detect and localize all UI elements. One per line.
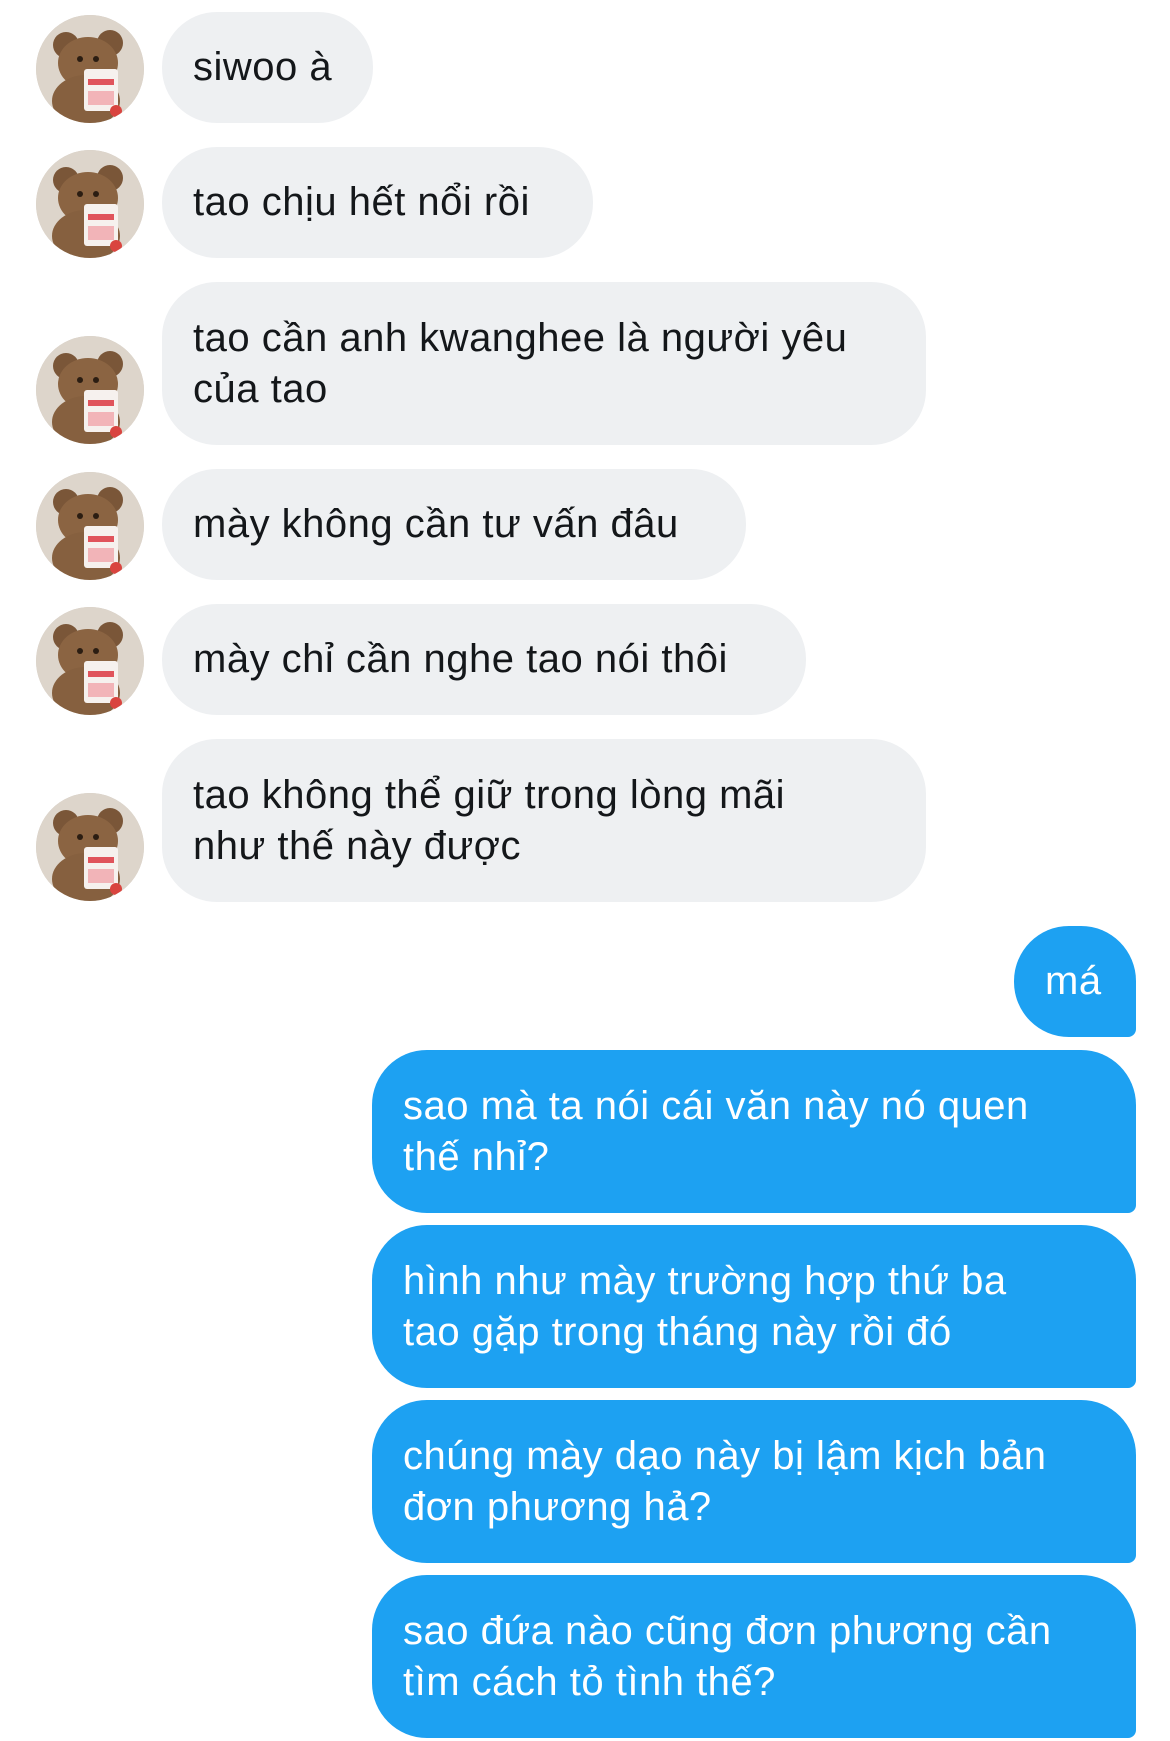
message-row-outgoing: sao mà ta nói cái văn này nó quen thế nh…	[0, 1050, 1170, 1213]
teddy-bear-avatar-icon[interactable]	[36, 336, 144, 444]
chat-bubble-outgoing[interactable]: má	[1014, 926, 1136, 1037]
teddy-bear-avatar-icon[interactable]	[36, 472, 144, 580]
chat-bubble-incoming[interactable]: mày không cần tư vấn đâu	[162, 469, 746, 580]
chat-bubble-outgoing[interactable]: hình như mày trường hợp thứ ba tao gặp t…	[372, 1225, 1136, 1388]
teddy-bear-avatar-icon[interactable]	[36, 793, 144, 901]
message-row-incoming: mày chỉ cần nghe tao nói thôi	[0, 604, 1170, 715]
chat-bubble-outgoing[interactable]: sao đứa nào cũng đơn phương cần tìm cách…	[372, 1575, 1136, 1738]
message-row-incoming: tao chịu hết nổi rồi	[0, 147, 1170, 258]
message-row-outgoing: hình như mày trường hợp thứ ba tao gặp t…	[0, 1225, 1170, 1388]
message-row-incoming: mày không cần tư vấn đâu	[0, 469, 1170, 580]
chat-bubble-incoming[interactable]: mày chỉ cần nghe tao nói thôi	[162, 604, 806, 715]
message-row-outgoing: sao đứa nào cũng đơn phương cần tìm cách…	[0, 1575, 1170, 1738]
chat-bubble-incoming[interactable]: tao không thể giữ trong lòng mãi như thế…	[162, 739, 926, 902]
message-row-outgoing: má	[0, 926, 1170, 1037]
teddy-bear-avatar-icon[interactable]	[36, 150, 144, 258]
teddy-bear-avatar-icon[interactable]	[36, 607, 144, 715]
message-thread[interactable]: siwoo à tao chịu hết nổi rồi tao cần anh…	[0, 0, 1170, 1741]
chat-bubble-outgoing[interactable]: sao mà ta nói cái văn này nó quen thế nh…	[372, 1050, 1136, 1213]
message-row-incoming: tao không thể giữ trong lòng mãi như thế…	[0, 739, 1170, 902]
chat-bubble-incoming[interactable]: siwoo à	[162, 12, 373, 123]
message-row-incoming: tao cần anh kwanghee là người yêu của ta…	[0, 282, 1170, 445]
message-row-incoming: siwoo à	[0, 12, 1170, 123]
message-row-outgoing: chúng mày dạo này bị lậm kịch bản đơn ph…	[0, 1400, 1170, 1563]
teddy-bear-avatar-icon[interactable]	[36, 15, 144, 123]
chat-bubble-incoming[interactable]: tao chịu hết nổi rồi	[162, 147, 593, 258]
chat-bubble-incoming[interactable]: tao cần anh kwanghee là người yêu của ta…	[162, 282, 926, 445]
chat-bubble-outgoing[interactable]: chúng mày dạo này bị lậm kịch bản đơn ph…	[372, 1400, 1136, 1563]
